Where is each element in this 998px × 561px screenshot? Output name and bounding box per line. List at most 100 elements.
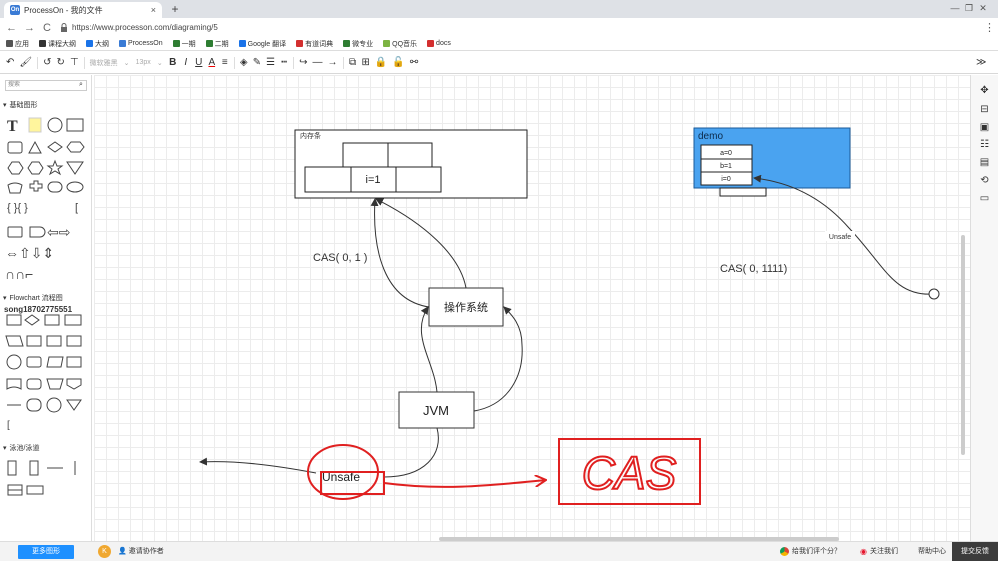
- search-icon[interactable]: ⌕: [79, 81, 83, 89]
- maximize-button[interactable]: ❐: [962, 0, 976, 18]
- bookmark-item[interactable]: QQ音乐: [383, 39, 417, 49]
- undo-icon[interactable]: ↶: [6, 57, 14, 68]
- data-panel-icon[interactable]: ☷: [979, 139, 990, 150]
- memory-label: 内存条: [300, 131, 321, 140]
- page-panel-icon[interactable]: ▤: [979, 157, 990, 168]
- font-color-button[interactable]: A: [208, 57, 216, 68]
- back-button[interactable]: ←: [6, 22, 17, 34]
- tab-close-icon[interactable]: ×: [151, 5, 156, 15]
- chrome-icon: [780, 546, 789, 556]
- editor-toolbar: ↶ 🖌 ↺ ↻ ⊤ 微软雅黑 ⌄ 13px ⌄ B I U A ≡ ◈ ✎ ☰ …: [0, 52, 998, 74]
- memory-cell-i-label: i=1: [366, 174, 381, 186]
- close-window-button[interactable]: ✕: [976, 0, 990, 18]
- image-panel-icon[interactable]: ▣: [979, 122, 990, 133]
- cas-left-text: CAS( 0, 1 ): [313, 252, 367, 264]
- underline-button[interactable]: U: [195, 57, 203, 68]
- font-family-select[interactable]: 微软雅黑: [90, 58, 118, 68]
- paint-icon[interactable]: ⊤: [70, 57, 79, 68]
- flowchart-shapes-grid[interactable]: [: [5, 313, 87, 431]
- dropdown-icon[interactable]: ⌄: [156, 59, 164, 67]
- cas-to-memory-connector[interactable]: [370, 198, 430, 308]
- swimlane-shapes-grid[interactable]: [5, 459, 87, 499]
- fill-color-icon[interactable]: ◈: [240, 57, 248, 68]
- help-center-link[interactable]: 帮助中心: [918, 546, 946, 556]
- font-size-select[interactable]: 13px: [136, 59, 151, 66]
- bookmark-item[interactable]: 应用: [6, 39, 29, 49]
- reload-button[interactable]: C: [42, 22, 52, 34]
- redo-arrow-icon[interactable]: ↻: [56, 57, 64, 68]
- italic-button[interactable]: I: [182, 57, 190, 68]
- section-basic-shapes[interactable]: ▾ 基础图形: [3, 100, 38, 110]
- section-flowchart[interactable]: ▾ Flowchart 流程图: [3, 293, 63, 303]
- section-swimlane[interactable]: ▾ 泳池/泳道: [3, 443, 39, 453]
- rate-us-link[interactable]: 给我们评个分？: [780, 546, 841, 556]
- line-style-icon[interactable]: ┅: [280, 57, 288, 68]
- demo-field-extra[interactable]: [719, 187, 767, 197]
- line-end-icon[interactable]: →: [328, 57, 338, 68]
- memory-cell[interactable]: [387, 142, 433, 169]
- bookmark-item[interactable]: Google 翻译: [238, 39, 286, 49]
- shape-search-input[interactable]: 搜索: [5, 80, 87, 91]
- section-toggle-icon: ▾: [3, 295, 7, 302]
- toolbar-divider: [342, 56, 344, 69]
- svg-text:⇔⇧⇩⇕: ⇔⇧⇩⇕: [5, 245, 54, 261]
- bookmark-item[interactable]: 微专业: [343, 39, 373, 49]
- line-color-icon[interactable]: ✎: [253, 57, 261, 68]
- bookmark-icon: [296, 40, 304, 47]
- diagram-canvas[interactable]: 内存条 i=1 demo a=0 b=1 i=0 Unsafe CAS( 0, …: [94, 75, 970, 541]
- invite-collaborator-button[interactable]: 👤 邀请协作者: [118, 546, 164, 556]
- connector-type-icon[interactable]: ↪: [299, 57, 307, 68]
- comment-icon[interactable]: ▭: [979, 193, 990, 204]
- align-shapes-icon[interactable]: ⊞: [362, 57, 370, 68]
- bookmark-item[interactable]: 课程大纲: [39, 39, 76, 49]
- bookmark-label: 课程大纲: [48, 40, 76, 48]
- memory-cell[interactable]: [342, 142, 389, 169]
- bold-button[interactable]: B: [169, 57, 177, 68]
- arrange-icon[interactable]: ⧉: [349, 57, 357, 68]
- lock-icon[interactable]: 🔒: [375, 57, 387, 68]
- connector-endpoint[interactable]: [928, 288, 940, 300]
- collapse-toolbar-icon[interactable]: ≫: [976, 57, 986, 68]
- follow-us-link[interactable]: ◉ 关注我们: [860, 546, 898, 556]
- avatar[interactable]: K: [98, 545, 111, 558]
- history-icon[interactable]: ⟲: [979, 175, 990, 186]
- feedback-button[interactable]: 提交反馈: [952, 542, 998, 561]
- memory-cell[interactable]: [304, 166, 352, 193]
- browser-menu-icon[interactable]: ⋮: [984, 21, 995, 34]
- undo-arrow-icon[interactable]: ↺: [43, 57, 51, 68]
- format-painter-icon[interactable]: 🖌: [19, 57, 32, 68]
- toolbar-divider: [233, 56, 235, 69]
- navigator-icon[interactable]: ✥: [979, 85, 990, 96]
- browser-tab[interactable]: On ProcessOn - 我的文件 ×: [4, 2, 162, 18]
- basic-shapes-grid[interactable]: T { }{ } [ ⇦⇨ ⇔⇧⇩⇕ ∩∩⌐: [5, 115, 87, 285]
- bookmark-icon: [383, 40, 391, 47]
- handwritten-cas-text: CAS: [582, 447, 677, 499]
- demo-field-i-label: i=0: [721, 176, 731, 183]
- bookmark-item[interactable]: 一期: [172, 39, 196, 49]
- line-begin-icon[interactable]: —: [313, 57, 323, 68]
- more-shapes-button[interactable]: 更多图形: [18, 545, 74, 559]
- bookmark-item[interactable]: docs: [427, 40, 451, 47]
- style-panel-icon[interactable]: ⊟: [979, 104, 990, 115]
- svg-text:[: [: [7, 420, 10, 431]
- link-icon[interactable]: ⚯: [410, 57, 418, 68]
- svg-text:{ }{ }: { }{ }: [7, 202, 28, 214]
- minimize-button[interactable]: —: [948, 0, 962, 18]
- new-tab-button[interactable]: +: [168, 3, 182, 17]
- vertical-scrollbar[interactable]: [961, 235, 965, 455]
- forward-button[interactable]: →: [24, 22, 35, 34]
- os-to-memory-connector[interactable]: [375, 198, 467, 289]
- bookmark-item[interactable]: 二期: [205, 39, 229, 49]
- bookmark-item[interactable]: 有道词典: [296, 39, 333, 49]
- unsafe-left-connector[interactable]: [199, 457, 317, 474]
- bookmark-item[interactable]: ProcessOn: [119, 40, 163, 47]
- url-field[interactable]: https://www.processon.com/diagraming/5: [60, 23, 218, 32]
- jvm-label: JVM: [423, 403, 449, 418]
- line-width-icon[interactable]: ☰: [266, 57, 275, 68]
- unsafe-to-jvm-connector[interactable]: [383, 427, 439, 478]
- dropdown-icon[interactable]: ⌄: [123, 59, 131, 67]
- unlock-icon[interactable]: 🔓: [392, 57, 404, 68]
- memory-cell[interactable]: [395, 166, 442, 193]
- bookmark-item[interactable]: 大纲: [86, 39, 109, 49]
- align-icon[interactable]: ≡: [221, 57, 229, 68]
